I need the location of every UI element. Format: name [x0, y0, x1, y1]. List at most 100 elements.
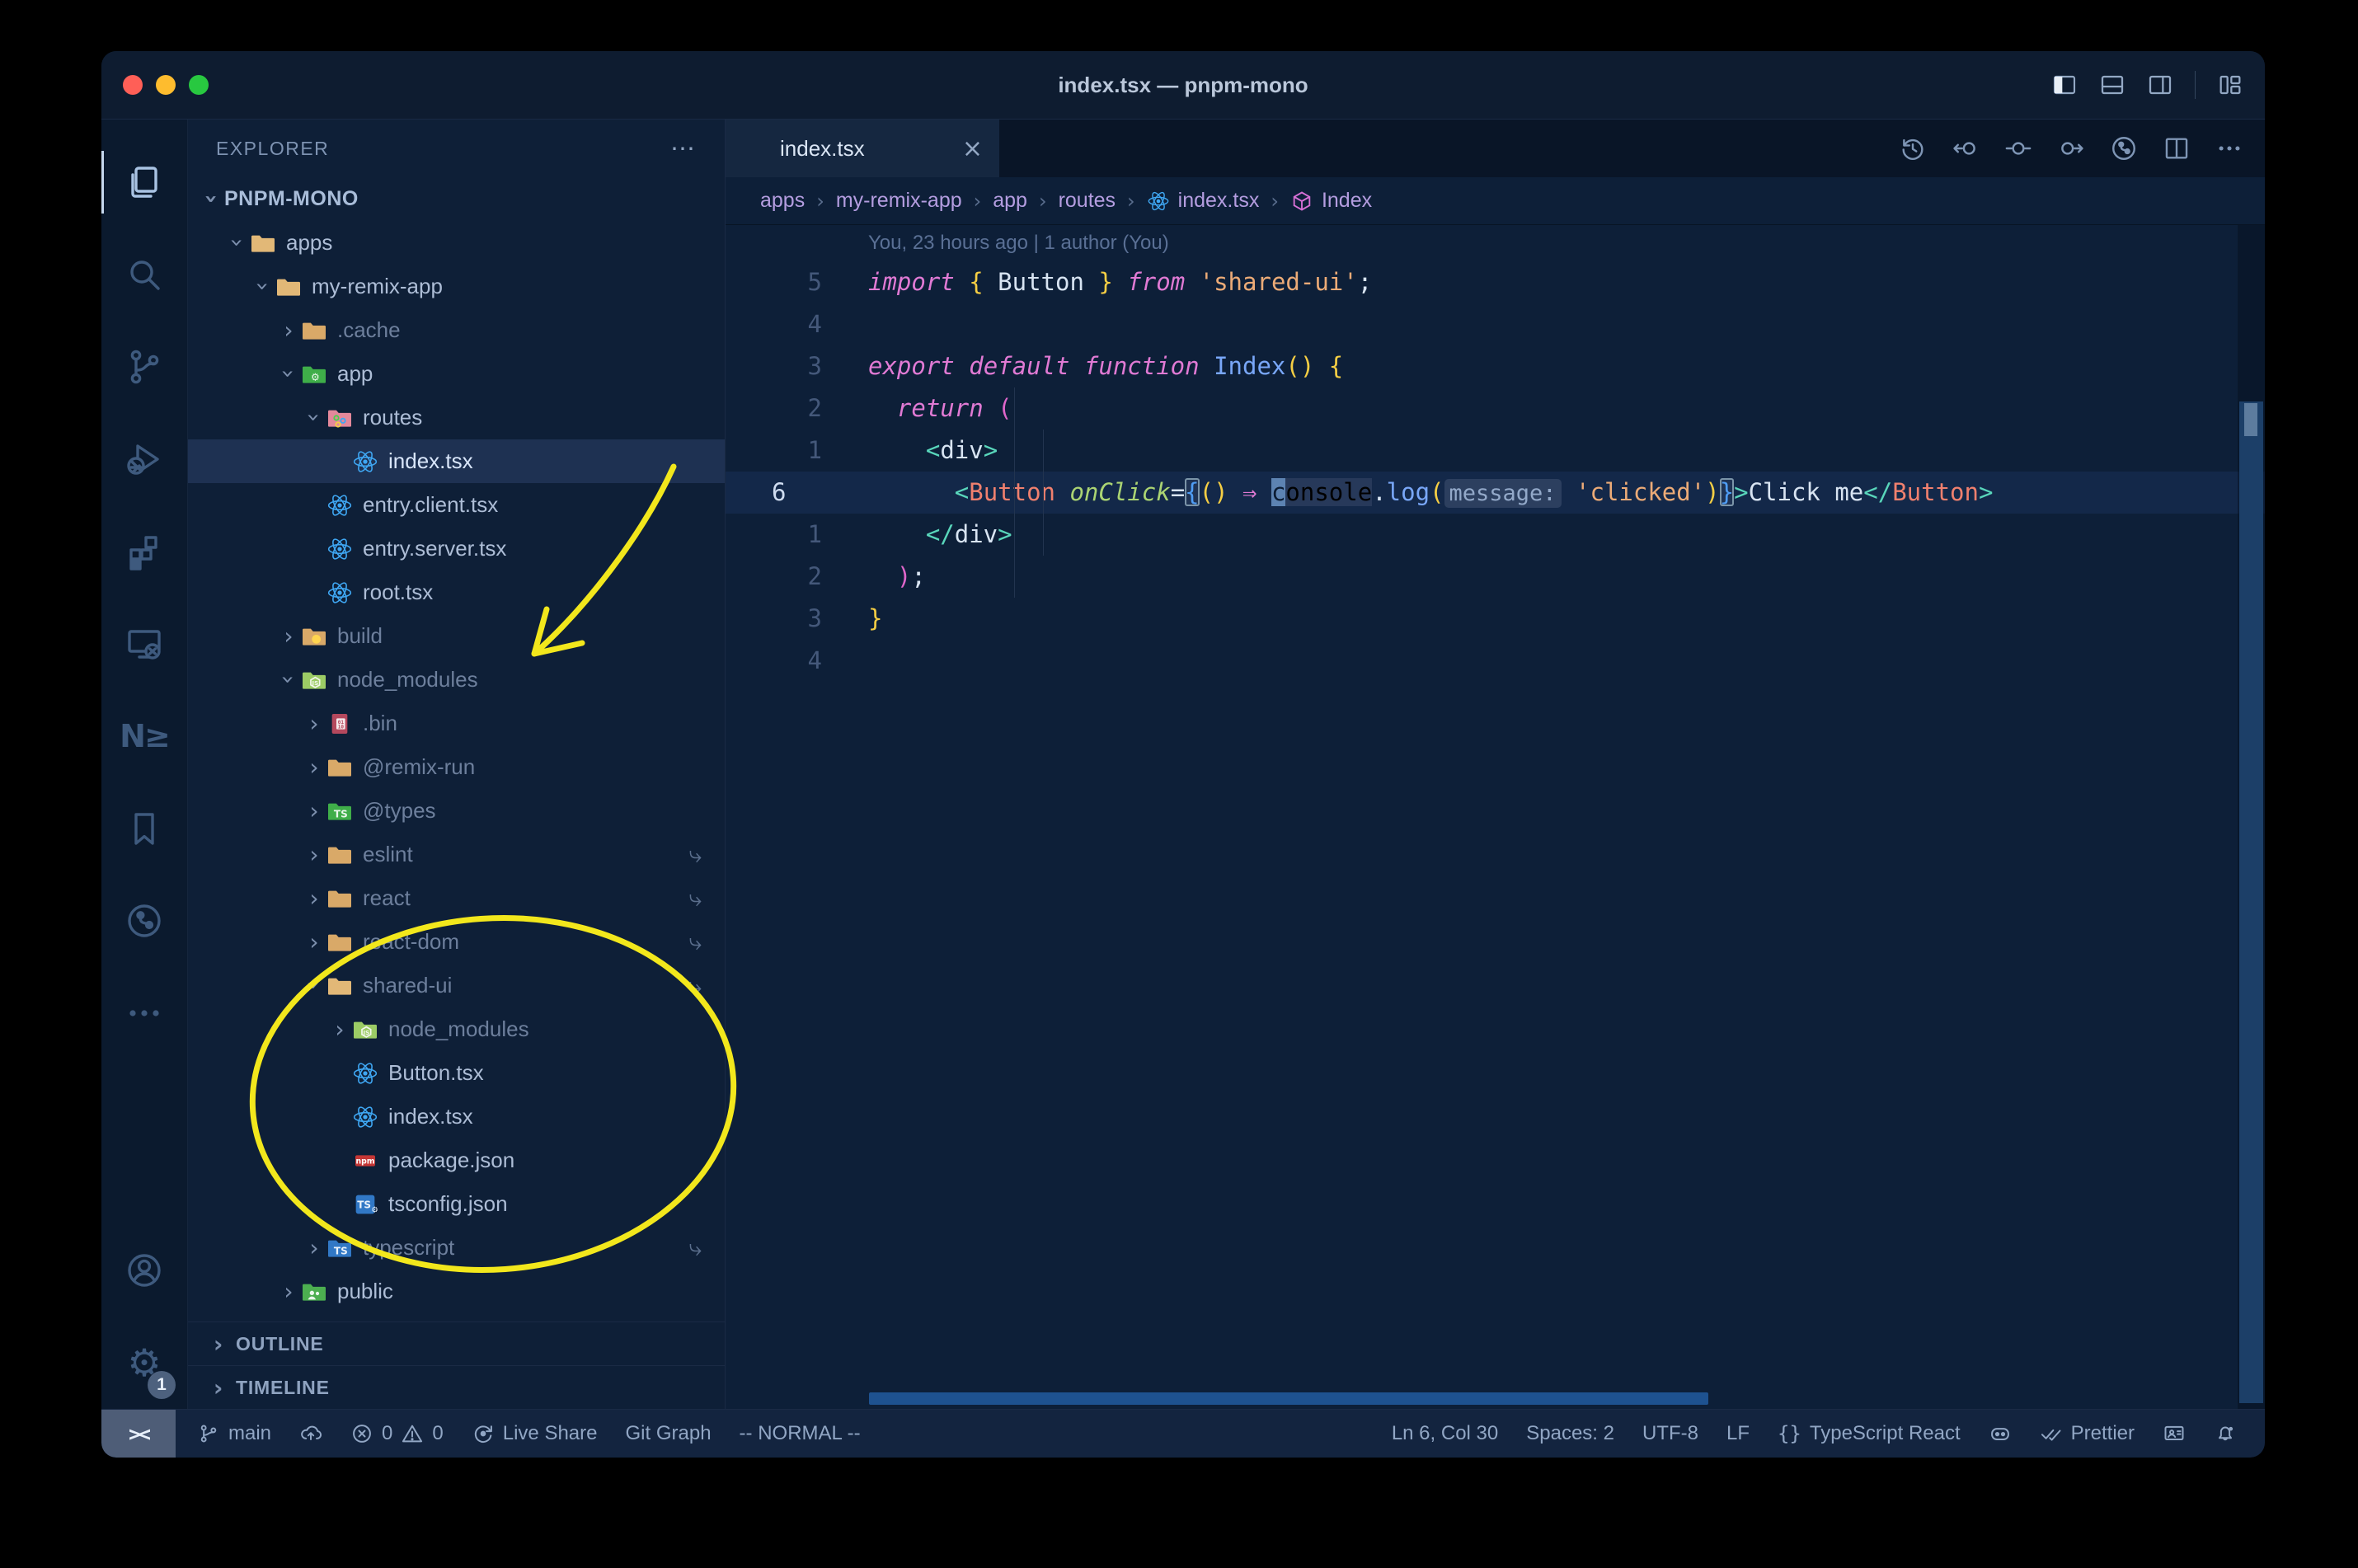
tree-item-app[interactable]: › ⚙ app: [188, 352, 725, 396]
tree-item-entry-client-tsx[interactable]: entry.client.tsx: [188, 483, 725, 527]
tree-item-react-dom[interactable]: › react-dom ⤷: [188, 920, 725, 964]
chevron-down-icon[interactable]: ›: [250, 275, 277, 299]
tree-item-index-tsx[interactable]: index.tsx: [188, 1095, 725, 1138]
chevron-right-icon[interactable]: ›: [302, 753, 326, 781]
tree-item-root-tsx[interactable]: root.tsx: [188, 570, 725, 614]
breadcrumb-app[interactable]: app: [993, 189, 1027, 213]
activity-extensions[interactable]: [101, 505, 187, 598]
local-history-icon[interactable]: [1899, 134, 1927, 162]
chevron-right-icon[interactable]: ›: [276, 622, 301, 650]
tree-item-index-tsx[interactable]: index.tsx: [188, 439, 725, 483]
chevron-right-icon[interactable]: ›: [302, 928, 326, 955]
current-change-icon[interactable]: [2004, 134, 2032, 162]
status-eol[interactable]: LF: [1726, 1422, 1750, 1445]
toggle-primary-sidebar-icon[interactable]: [2051, 72, 2078, 98]
tree-item--cache[interactable]: › .cache: [188, 308, 725, 352]
close-tab-icon[interactable]: ×: [962, 134, 983, 163]
chevron-right-icon[interactable]: ›: [302, 885, 326, 912]
activity-more-views[interactable]: [101, 967, 187, 1059]
more-actions-icon[interactable]: [2215, 134, 2243, 162]
chevron-down-icon[interactable]: ›: [301, 406, 328, 430]
tree-item-typescript[interactable]: › TS typescript ⤷: [188, 1226, 725, 1270]
toggle-secondary-sidebar-icon[interactable]: [2147, 72, 2173, 98]
tree-item--bin[interactable]: › 01 10 .bin: [188, 702, 725, 745]
explorer-more-actions-icon[interactable]: ⋯: [670, 134, 697, 163]
vertical-scrollbar[interactable]: [2238, 225, 2265, 1409]
breadcrumb-apps[interactable]: apps: [760, 189, 805, 213]
git-actions-icon[interactable]: [2110, 134, 2138, 162]
breadcrumb-my-remix-app[interactable]: my-remix-app: [836, 189, 962, 213]
status-vim-mode[interactable]: -- NORMAL --: [740, 1422, 861, 1445]
tree-item-button-tsx[interactable]: Button.tsx: [188, 1051, 725, 1095]
close-window-button[interactable]: [123, 75, 143, 95]
breadcrumb-index[interactable]: Index: [1290, 189, 1372, 213]
status-language-mode[interactable]: {} TypeScript React: [1778, 1422, 1961, 1445]
activity-git-graph[interactable]: [101, 875, 187, 967]
horizontal-scrollbar-thumb[interactable]: [869, 1392, 1708, 1405]
breadcrumb-routes[interactable]: routes: [1059, 189, 1116, 213]
status-git-branch[interactable]: main: [197, 1422, 271, 1445]
code-editor[interactable]: You, 23 hours ago | 1 author (You) 5 impo…: [726, 225, 2265, 1409]
status-notifications[interactable]: [2214, 1422, 2237, 1445]
status-indentation[interactable]: Spaces: 2: [1526, 1422, 1614, 1445]
tree-item-node-modules[interactable]: › JS node_modules: [188, 1007, 725, 1051]
status-copilot[interactable]: [1989, 1422, 2012, 1445]
tree-item-routes[interactable]: › routes: [188, 396, 725, 439]
next-change-icon[interactable]: [2057, 134, 2085, 162]
split-editor-icon[interactable]: [2163, 134, 2191, 162]
tree-item-eslint[interactable]: › eslint ⤷: [188, 833, 725, 876]
chevron-right-icon[interactable]: ›: [276, 1278, 301, 1305]
status-feedback[interactable]: [2163, 1422, 2186, 1445]
status-publish-changes[interactable]: [299, 1422, 322, 1445]
activity-nx-console[interactable]: N≥: [101, 690, 187, 782]
chevron-down-icon[interactable]: ›: [199, 187, 226, 212]
tree-item-apps[interactable]: › apps: [188, 221, 725, 265]
status-problems[interactable]: 00: [350, 1422, 444, 1445]
vertical-scrollbar-thumb[interactable]: [2239, 401, 2263, 1403]
activity-bookmarks[interactable]: [101, 782, 187, 875]
tree-item-pnpm-mono[interactable]: › PNPM-MONO: [188, 177, 725, 221]
activity-settings[interactable]: ⚙ 1: [101, 1317, 187, 1409]
activity-accounts[interactable]: [101, 1224, 187, 1317]
status-git-graph[interactable]: Git Graph: [626, 1422, 712, 1445]
chevron-right-icon[interactable]: ›: [276, 317, 301, 344]
chevron-down-icon[interactable]: ›: [275, 362, 303, 387]
status-formatter[interactable]: Prettier: [2040, 1422, 2135, 1445]
minimize-window-button[interactable]: [156, 75, 176, 95]
breadcrumb-index-tsx[interactable]: index.tsx: [1147, 189, 1259, 213]
tree-item-package-json[interactable]: npm package.json: [188, 1138, 725, 1182]
chevron-right-icon[interactable]: ›: [302, 797, 326, 824]
remote-indicator[interactable]: ><: [101, 1410, 176, 1458]
tree-item-public[interactable]: › public: [188, 1270, 725, 1313]
chevron-right-icon[interactable]: ›: [302, 841, 326, 868]
chevron-right-icon[interactable]: ›: [327, 1016, 352, 1043]
activity-remote-explorer[interactable]: [101, 598, 187, 690]
tree-item-tsconfig-json[interactable]: TS ⚙ tsconfig.json: [188, 1182, 725, 1226]
status-live-share[interactable]: Live Share: [472, 1422, 598, 1445]
previous-change-icon[interactable]: [1952, 134, 1980, 162]
tree-item-node-modules[interactable]: › JS node_modules: [188, 658, 725, 702]
tree-item-build[interactable]: › build: [188, 614, 725, 658]
zoom-window-button[interactable]: [189, 75, 209, 95]
chevron-down-icon[interactable]: ›: [224, 231, 251, 256]
chevron-down-icon[interactable]: ›: [275, 668, 303, 692]
chevron-down-icon[interactable]: ›: [301, 974, 328, 998]
tree-item-react[interactable]: › react ⤷: [188, 876, 725, 920]
tree-item-shared-ui[interactable]: › shared-ui ⤷: [188, 964, 725, 1007]
tree-item--types[interactable]: › TS @types: [188, 789, 725, 833]
toggle-panel-icon[interactable]: [2099, 72, 2125, 98]
activity-search[interactable]: [101, 228, 187, 321]
activity-run-debug[interactable]: [101, 413, 187, 505]
section-timeline[interactable]: › TIMELINE: [188, 1365, 725, 1409]
activity-explorer[interactable]: [101, 136, 187, 228]
customize-layout-icon[interactable]: [2217, 72, 2243, 98]
activity-source-control[interactable]: [101, 321, 187, 413]
status-encoding[interactable]: UTF-8: [1642, 1422, 1698, 1445]
tree-item-my-remix-app[interactable]: › my-remix-app: [188, 265, 725, 308]
chevron-right-icon[interactable]: ›: [302, 710, 326, 737]
tab-index-tsx[interactable]: index.tsx ×: [726, 120, 999, 177]
tree-item--remix-run[interactable]: › @remix-run: [188, 745, 725, 789]
section-outline[interactable]: › OUTLINE: [188, 1322, 725, 1365]
tree-item-entry-server-tsx[interactable]: entry.server.tsx: [188, 527, 725, 570]
chevron-right-icon[interactable]: ›: [302, 1234, 326, 1261]
